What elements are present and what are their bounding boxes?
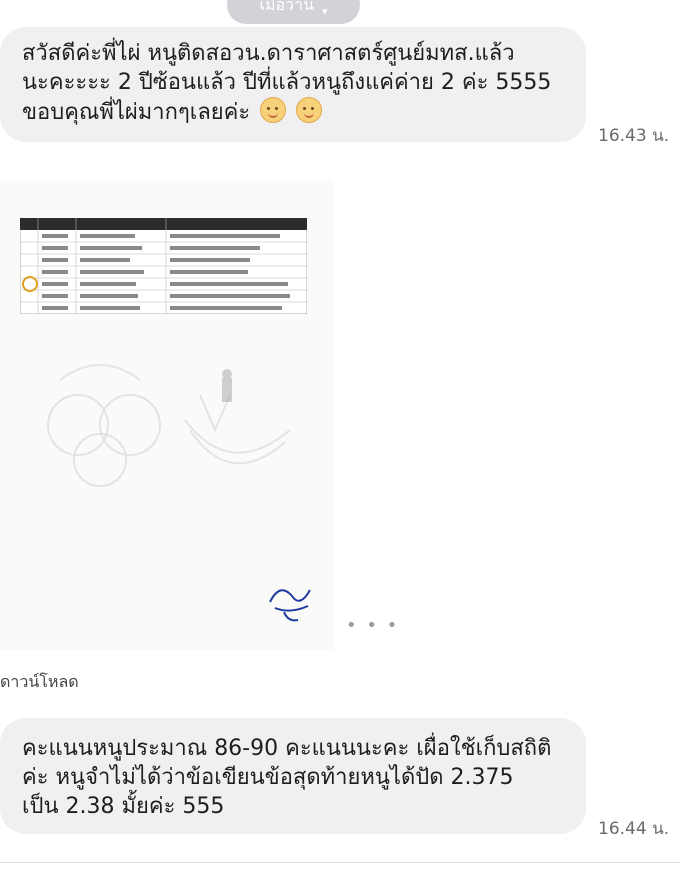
- message-timestamp: 16.43 น.: [598, 126, 670, 146]
- date-separator-label: เมื่อวาน: [259, 0, 314, 14]
- message-line: สวัสดีค่ะพี่ไผ่ หนูติดสอวน.ดาราศาสตร์ศูน…: [22, 41, 515, 66]
- date-separator[interactable]: เมื่อวาน ▾: [227, 0, 360, 24]
- message-bubble[interactable]: สวัสดีค่ะพี่ไผ่ หนูติดสอวน.ดาราศาสตร์ศูน…: [0, 27, 586, 142]
- smiling-face-icon: [260, 97, 287, 123]
- message-line: ค่ะ หนูจำไม่ได้ว่าข้อเขียนข้อสุดท้ายหนูไ…: [22, 765, 514, 790]
- message-line: นะคะะะะ 2 ปีซ้อนแล้ว ปีที่แล้วหนูถึงแค่ค…: [22, 70, 552, 95]
- message-line-with-emoji: ขอบคุณพี่ไผ่มากๆเลยค่ะ: [22, 97, 566, 127]
- message-line: คะแนนหนูประมาณ 86-90 คะแนนนะคะ เผื่อใช้เ…: [22, 736, 552, 761]
- image-attachment[interactable]: [0, 180, 334, 650]
- more-options-button[interactable]: • • •: [346, 615, 399, 636]
- message-bubble[interactable]: คะแนนหนูประมาณ 86-90 คะแนนนะคะ เผื่อใช้เ…: [0, 718, 586, 834]
- smiling-face-icon: [296, 97, 323, 123]
- chevron-down-icon: ▾: [322, 5, 328, 18]
- message-line: เป็น 2.38 มั้ยค่ะ 555: [22, 794, 225, 819]
- student-list-table: [20, 218, 307, 314]
- divider: [0, 862, 680, 863]
- message-timestamp: 16.44 น.: [598, 819, 670, 839]
- download-link[interactable]: ดาวน์โหลด: [0, 670, 79, 695]
- message-line: ขอบคุณพี่ไผ่มากๆเลยค่ะ: [22, 100, 251, 125]
